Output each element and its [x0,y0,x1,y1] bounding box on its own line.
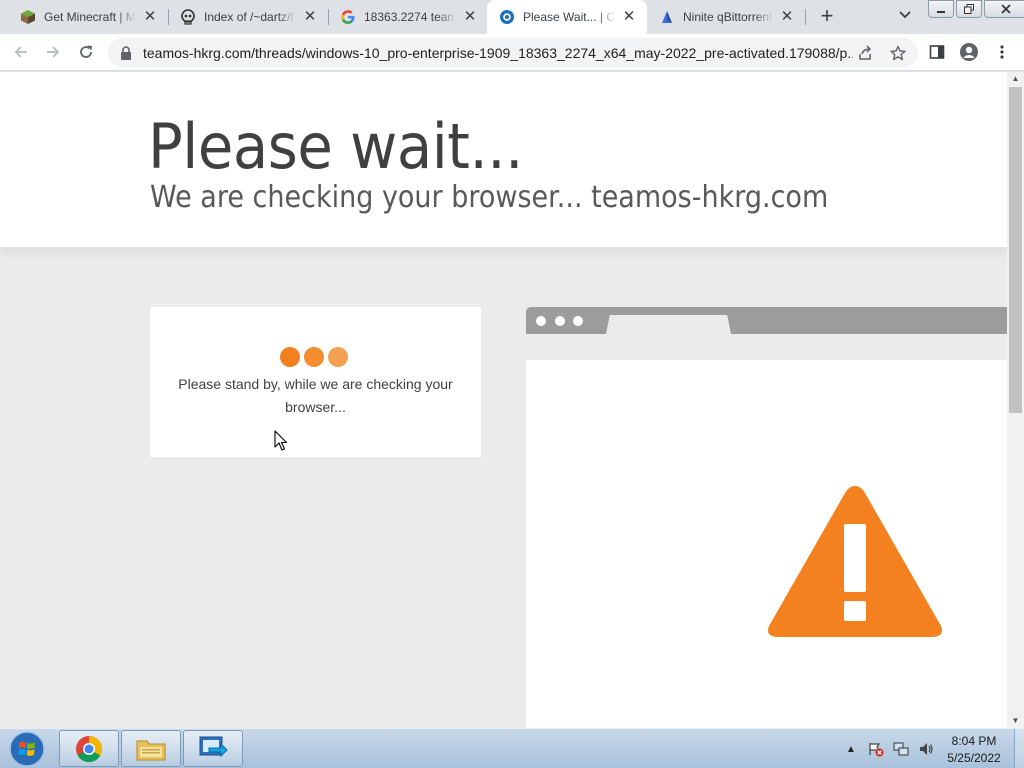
ninite-icon [659,9,675,25]
warning-icon [768,486,942,637]
side-panel-icon [929,45,945,59]
tab-title: Get Minecraft | Minecraft [44,10,136,24]
loading-dot [304,347,324,367]
lock-icon[interactable] [119,45,133,60]
new-tab-button[interactable]: + [815,5,839,29]
tab-divider [805,9,806,25]
illustration-dot [555,316,565,326]
close-icon[interactable]: ✕ [462,9,478,25]
kebab-menu-icon [1000,45,1004,59]
address-url[interactable]: teamos-hkrg.com/threads/windows-10_pro-e… [143,45,853,61]
scroll-up-button[interactable]: ▲ [1007,72,1024,86]
tab-title: Ninite qBittorrent [683,10,773,24]
volume-icon[interactable] [917,740,935,758]
tab-title: 18363.2274 teamos [364,10,456,24]
tab-please-wait[interactable]: Please Wait... | Cloudflare ✕ [487,0,647,34]
illustration-titlebar [526,307,1007,334]
tab-strip: Get Minecraft | Minecraft ✕ Index of /~d… [0,0,1024,34]
system-tray: ▲ [842,729,942,768]
action-center-icon[interactable] [867,740,885,758]
close-icon[interactable]: ✕ [142,9,158,25]
forward-button[interactable] [41,40,65,64]
windows-orb-icon [9,731,45,767]
taskbar-remote-desktop[interactable] [183,730,243,767]
close-icon[interactable]: ✕ [779,9,795,25]
cloudflare-icon [499,9,515,25]
illustration-dot [536,316,546,326]
loading-indicator [280,347,352,367]
arrow-right-icon [47,46,60,58]
taskbar-clock[interactable]: 8:04 PM 5/25/2022 [936,733,1012,767]
page-header: Please wait... We are checking your brow… [0,72,1007,247]
restore-button[interactable] [956,0,982,18]
close-window-button[interactable] [984,0,1024,18]
restore-icon [964,4,974,14]
chevron-down-icon [899,11,911,19]
minecraft-icon [20,9,36,25]
tab-ninite[interactable]: Ninite qBittorrent ✕ [647,0,805,34]
loading-dot [280,347,300,367]
arrow-left-icon [14,46,27,58]
google-icon [340,9,356,25]
show-desktop-button[interactable] [1014,729,1024,768]
close-icon [1001,4,1011,14]
clock-time: 8:04 PM [951,734,997,748]
reload-icon [80,45,92,58]
browser-illustration [526,307,1007,728]
minimize-icon [937,11,945,13]
page-title: Please wait... [148,110,524,183]
close-icon[interactable]: ✕ [621,9,637,25]
loading-dot [328,347,348,367]
network-icon[interactable] [892,740,910,758]
skull-icon [180,9,196,25]
page-viewport: Please wait... We are checking your brow… [0,72,1007,728]
tab-google-search[interactable]: 18363.2274 teamos ✕ [328,0,488,34]
illustration-content [526,360,1007,728]
status-message: Please stand by, while we are checking y… [178,376,453,415]
show-hidden-icons[interactable]: ▲ [842,740,860,758]
back-button[interactable] [9,40,33,64]
window-controls [928,0,1024,18]
address-bar[interactable]: teamos-hkrg.com/threads/windows-10_pro-e… [108,38,918,67]
clock-date: 5/25/2022 [947,751,1001,765]
tab-search-button[interactable] [893,7,917,27]
page-scrollbar[interactable]: ▲ ▼ [1007,72,1024,728]
tab-minecraft[interactable]: Get Minecraft | Minecraft ✕ [8,0,168,34]
illustration-tab [606,315,731,334]
tab-title: Index of /~dartz/f [204,10,294,24]
taskbar-chrome[interactable] [59,730,119,767]
start-button[interactable] [4,730,50,768]
tab-index-dartz[interactable]: Index of /~dartz/f ✕ [168,0,328,34]
browser-toolbar: teamos-hkrg.com/threads/windows-10_pro-e… [0,34,1024,71]
avatar-icon [960,43,978,61]
page-subtitle: We are checking your browser... teamos-h… [150,180,829,215]
remote-desktop-icon [199,736,228,757]
minimize-button[interactable] [928,0,954,18]
taskbar-file-explorer[interactable] [121,730,181,767]
tab-title: Please Wait... | Cloudflare [523,10,615,24]
status-card: Please stand by, while we are checking y… [150,307,481,457]
profile-button[interactable] [959,42,979,62]
file-explorer-icon [136,740,166,760]
star-icon[interactable] [889,44,907,62]
chrome-icon [76,735,103,762]
illustration-dot [573,316,583,326]
scroll-thumb[interactable] [1009,87,1022,413]
reload-button[interactable] [74,40,98,64]
menu-button[interactable] [992,42,1012,62]
side-panel-button[interactable] [927,42,947,62]
scroll-down-button[interactable]: ▼ [1007,714,1024,728]
share-icon[interactable] [856,44,874,62]
mouse-cursor-icon [274,430,288,451]
close-icon[interactable]: ✕ [302,9,318,25]
taskbar: ▲ 8:04 PM 5/25/2022 [0,728,1024,768]
